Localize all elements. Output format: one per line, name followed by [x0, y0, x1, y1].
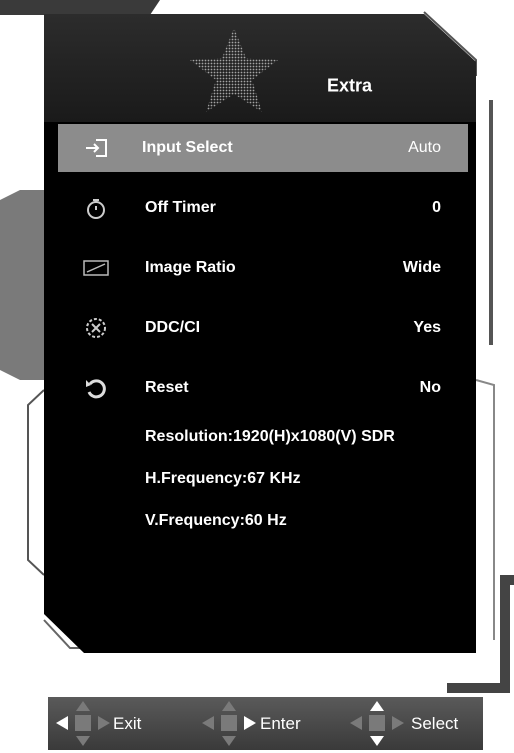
star-icon	[190, 28, 278, 112]
dpad-right-icon	[202, 701, 256, 746]
menu-item-label: Off Timer	[145, 199, 216, 216]
menu-item-value: Yes	[413, 319, 441, 336]
timer-icon	[87, 199, 105, 219]
input-icon	[86, 139, 107, 157]
menu-item-value: No	[419, 379, 441, 396]
reset-icon	[86, 379, 106, 399]
exit-button[interactable]: Exit	[48, 697, 188, 750]
menu-item-off-timer[interactable]: Off Timer 0	[58, 184, 468, 232]
menu-item-input-select[interactable]: Input Select Auto	[58, 124, 468, 172]
brand-logo-fragment	[0, 0, 160, 15]
menu-item-value: 0	[432, 199, 441, 216]
select-label: Select	[411, 713, 459, 733]
resolution-info: Resolution:1920(H)x1080(V) SDR	[145, 428, 395, 445]
menu-item-label: DDC/CI	[145, 319, 201, 336]
menu-item-reset[interactable]: Reset No	[58, 364, 468, 412]
menu-item-value: Wide	[402, 259, 441, 276]
enter-label: Enter	[260, 713, 301, 733]
ddc-ci-icon	[86, 318, 106, 338]
v-frequency-info: V.Frequency:60 Hz	[145, 512, 287, 529]
menu-item-label: Reset	[145, 379, 189, 396]
menu-item-ddc-ci[interactable]: DDC/CI Yes	[58, 304, 468, 352]
menu-item-image-ratio[interactable]: Image Ratio Wide	[58, 244, 468, 292]
menu-item-label: Input Select	[142, 139, 233, 156]
h-frequency-info: H.Frequency:67 KHz	[145, 470, 301, 487]
page-title: Extra	[327, 75, 373, 96]
osd-panel: Extra Input Select Auto Off Timer 0 Imag…	[44, 14, 476, 653]
select-button[interactable]: Select	[338, 697, 483, 750]
exit-label: Exit	[113, 713, 142, 733]
aspect-ratio-icon	[83, 260, 109, 276]
enter-button[interactable]: Enter	[188, 697, 328, 750]
navigation-bar: Exit Enter Select	[48, 697, 483, 750]
dpad-left-icon	[56, 701, 110, 746]
dpad-up-down-icon	[350, 701, 404, 746]
menu-item-label: Image Ratio	[145, 259, 236, 276]
osd-header: Extra	[44, 14, 476, 122]
menu-item-value: Auto	[408, 139, 441, 156]
